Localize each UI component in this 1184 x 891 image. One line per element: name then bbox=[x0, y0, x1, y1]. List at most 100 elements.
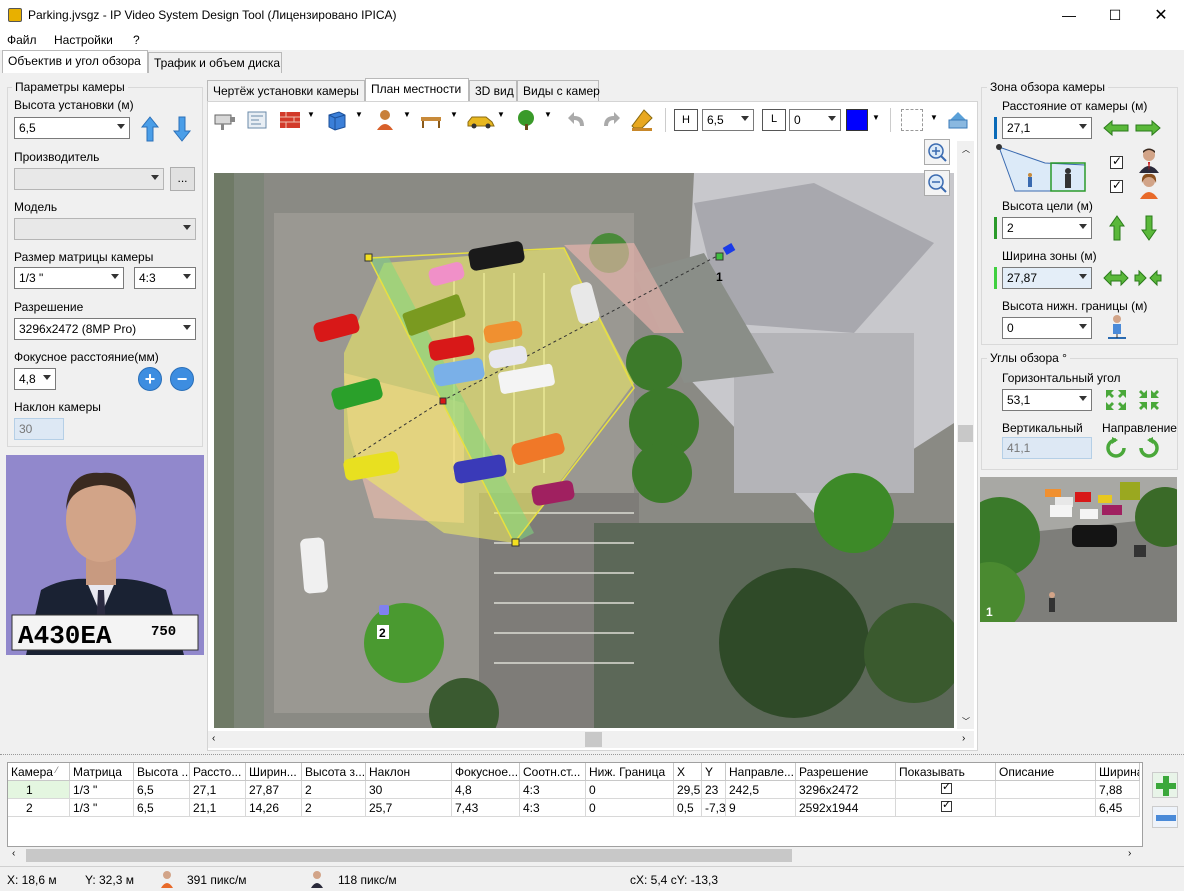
distance-combo[interactable]: 27,1 bbox=[1002, 117, 1092, 139]
table-cell[interactable]: 2 bbox=[302, 799, 366, 817]
wall-dropdown-icon[interactable]: ▼ bbox=[307, 110, 315, 119]
sensor-combo[interactable]: 1/3 " bbox=[14, 267, 124, 289]
column-header[interactable]: Высота з... bbox=[302, 763, 366, 781]
minimize-button[interactable]: — bbox=[1046, 0, 1092, 31]
tab-3d-view[interactable]: 3D вид bbox=[469, 80, 517, 101]
table-cell[interactable]: 25,7 bbox=[366, 799, 452, 817]
table-cell[interactable]: 242,5 bbox=[726, 781, 796, 799]
table-cell[interactable]: 1/3 " bbox=[70, 799, 134, 817]
height-combo[interactable]: 6,5 bbox=[14, 117, 130, 139]
distance-decrease-icon[interactable] bbox=[1102, 119, 1130, 137]
print-icon[interactable] bbox=[946, 108, 970, 132]
tab-camera-views[interactable]: Виды с камер bbox=[517, 80, 600, 101]
column-header[interactable]: Показывать bbox=[896, 763, 996, 781]
show-camera-checkbox[interactable] bbox=[941, 799, 952, 812]
rotate-right-icon[interactable] bbox=[1137, 436, 1161, 460]
table-cell[interactable]: 7,43 bbox=[452, 799, 520, 817]
tree-tool-icon[interactable] bbox=[514, 108, 538, 132]
tilt-field[interactable]: 30 bbox=[14, 418, 64, 440]
focal-combo[interactable]: 4,8 bbox=[14, 368, 56, 390]
selection-tool-icon[interactable] bbox=[901, 109, 923, 131]
table-cell[interactable] bbox=[996, 781, 1096, 799]
show-woman-checkbox[interactable] bbox=[1110, 178, 1123, 193]
show-camera-checkbox[interactable] bbox=[941, 781, 952, 794]
aspect-combo[interactable]: 4:3 bbox=[134, 267, 196, 289]
bench-tool-icon[interactable] bbox=[419, 108, 443, 132]
tab-lens[interactable]: Объектив и угол обзора bbox=[2, 50, 148, 73]
map-horizontal-scrollbar[interactable]: ‹ › bbox=[208, 731, 974, 748]
toolbar-length-combo[interactable]: 0 bbox=[789, 109, 841, 131]
person-dropdown-icon[interactable]: ▼ bbox=[403, 110, 411, 119]
color-dropdown-icon[interactable]: ▼ bbox=[872, 113, 880, 122]
car-dropdown-icon[interactable]: ▼ bbox=[497, 110, 505, 119]
zone-width-combo[interactable]: 27,87 bbox=[1002, 267, 1092, 289]
table-cell[interactable]: 3296x2472 bbox=[796, 781, 896, 799]
lower-arrow-icon[interactable] bbox=[172, 115, 192, 143]
tab-installation-drawing[interactable]: Чертёж установки камеры bbox=[207, 80, 365, 101]
raise-arrow-icon[interactable] bbox=[140, 115, 160, 143]
tree-dropdown-icon[interactable]: ▼ bbox=[544, 110, 552, 119]
table-cell[interactable]: 0,5 bbox=[674, 799, 702, 817]
column-header[interactable]: Высота ... bbox=[134, 763, 190, 781]
resolution-combo[interactable]: 3296x2472 (8MP Pro) bbox=[14, 318, 196, 340]
table-cell[interactable]: 29,5 bbox=[674, 781, 702, 799]
color-picker-swatch[interactable] bbox=[846, 109, 868, 131]
table-cell[interactable]: 1/3 " bbox=[70, 781, 134, 799]
angle-shrink-icon[interactable] bbox=[1137, 388, 1161, 412]
table-cell[interactable]: 6,45 bbox=[1096, 799, 1140, 817]
selection-dropdown-icon[interactable]: ▼ bbox=[930, 113, 938, 122]
table-cell[interactable]: 4:3 bbox=[520, 781, 586, 799]
tab-traffic[interactable]: Трафик и объем диска bbox=[148, 52, 282, 73]
angle-expand-icon[interactable] bbox=[1104, 388, 1128, 412]
column-header[interactable]: Наклон bbox=[366, 763, 452, 781]
menu-help[interactable]: ? bbox=[133, 33, 140, 47]
column-header[interactable]: Соотн.ст... bbox=[520, 763, 586, 781]
table-cell[interactable]: 2592x1944 bbox=[796, 799, 896, 817]
table-cell[interactable]: 27,87 bbox=[246, 781, 302, 799]
redo-icon[interactable] bbox=[598, 108, 622, 132]
lower-height-combo[interactable]: 0 bbox=[1002, 317, 1092, 339]
box-dropdown-icon[interactable]: ▼ bbox=[355, 110, 363, 119]
column-header[interactable]: Y bbox=[702, 763, 726, 781]
splitter[interactable] bbox=[0, 754, 1184, 757]
toolbar-height-combo[interactable]: 6,5 bbox=[702, 109, 754, 131]
column-header[interactable]: Рассто... bbox=[190, 763, 246, 781]
bench-dropdown-icon[interactable]: ▼ bbox=[450, 110, 458, 119]
table-cell[interactable]: 27,1 bbox=[190, 781, 246, 799]
table-cell[interactable]: 2 bbox=[302, 781, 366, 799]
zone-width-shrink-icon[interactable] bbox=[1134, 268, 1162, 288]
column-header[interactable]: X bbox=[674, 763, 702, 781]
person-tool-icon[interactable] bbox=[373, 108, 397, 132]
table-cell[interactable]: 21,1 bbox=[190, 799, 246, 817]
close-button[interactable]: ✕ bbox=[1138, 0, 1184, 31]
column-header[interactable]: Матрица bbox=[70, 763, 134, 781]
browse-button[interactable]: ... bbox=[170, 167, 195, 191]
vertical-angle-field[interactable]: 41,1 bbox=[1002, 437, 1092, 459]
table-cell[interactable] bbox=[896, 799, 996, 817]
horizontal-angle-combo[interactable]: 53,1 bbox=[1002, 389, 1092, 411]
target-height-up-icon[interactable] bbox=[1108, 214, 1126, 242]
zoom-out-focal-button[interactable]: − bbox=[170, 367, 194, 391]
table-cell[interactable]: 6,5 bbox=[134, 781, 190, 799]
table-cell[interactable]: 23 bbox=[702, 781, 726, 799]
zoom-in-icon[interactable] bbox=[924, 139, 950, 165]
table-cell[interactable]: 30 bbox=[366, 781, 452, 799]
table-cell[interactable]: 0 bbox=[586, 781, 674, 799]
camera-tool-icon[interactable] bbox=[213, 108, 237, 132]
model-combo[interactable] bbox=[14, 218, 196, 240]
column-header[interactable]: Разрешение bbox=[796, 763, 896, 781]
column-header[interactable]: Ниж. Граница bbox=[586, 763, 674, 781]
wall-tool-icon[interactable] bbox=[278, 108, 302, 132]
zone-width-expand-icon[interactable] bbox=[1102, 268, 1130, 288]
rotate-left-icon[interactable] bbox=[1104, 436, 1128, 460]
table-cell[interactable]: 0 bbox=[586, 799, 674, 817]
menu-file[interactable]: Файл bbox=[7, 33, 37, 47]
table-cell[interactable] bbox=[996, 799, 1096, 817]
tab-site-plan[interactable]: План местности bbox=[365, 78, 469, 101]
column-header[interactable]: Ширин... bbox=[246, 763, 302, 781]
table-cell[interactable]: 7,88 bbox=[1096, 781, 1140, 799]
table-cell[interactable]: 1 bbox=[8, 781, 70, 799]
site-plan-map[interactable]: 1 2 bbox=[214, 173, 954, 728]
undo-icon[interactable] bbox=[566, 108, 590, 132]
add-camera-button[interactable] bbox=[1152, 772, 1178, 798]
